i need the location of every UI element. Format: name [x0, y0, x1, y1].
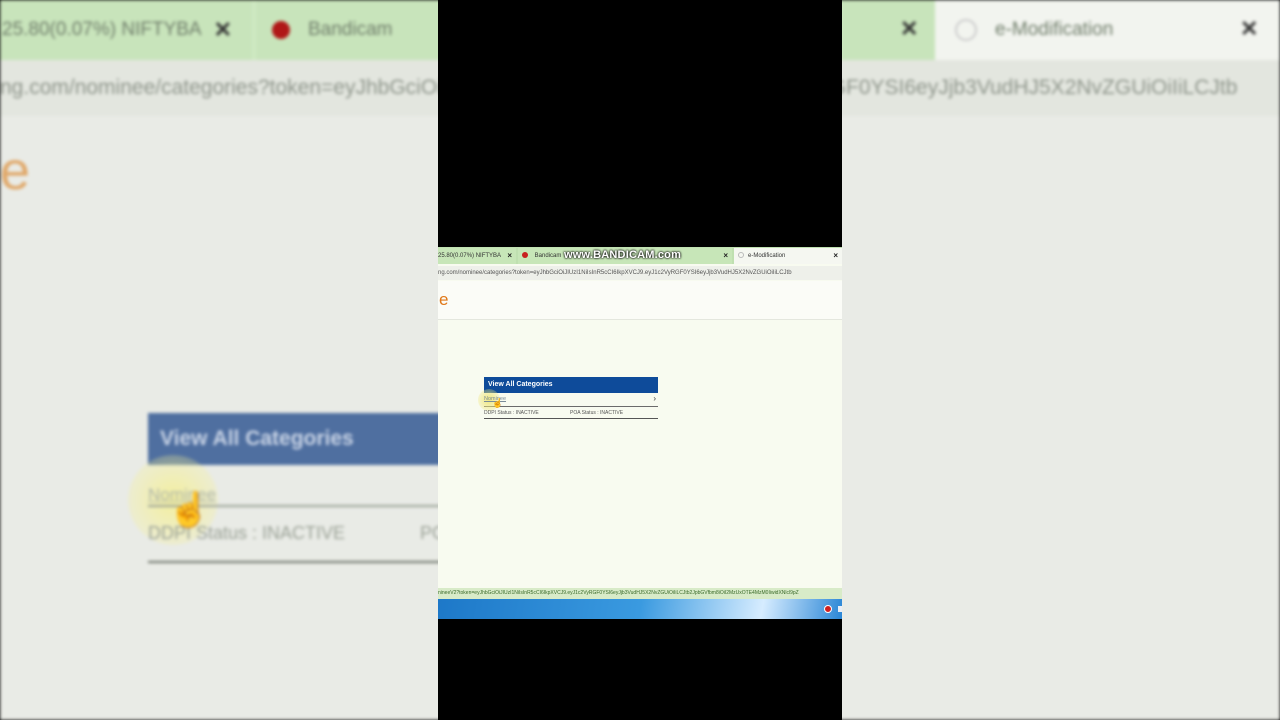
link-status-bar: nineeV2?token=eyJhbGciOiJIUzI1NiIsInR5cC…	[438, 588, 842, 599]
bg-logo-fragment: e	[0, 141, 31, 201]
tab-strip: 25.80(0.07%) NIFTYBA × Bandicam × e-Modi…	[438, 247, 842, 264]
chevron-right-icon[interactable]: ›	[653, 394, 656, 403]
bg-tab-emod: e-Modification	[935, 0, 1280, 60]
ddpi-status: DDPI Status : INACTIVE	[484, 410, 539, 416]
bg-tab-bandicam-label: Bandicam	[308, 19, 393, 40]
address-bar[interactable]: ng.com/nominee/categories?token=eyJhbGci…	[438, 266, 842, 280]
bg-tab-nifty-label: 25.80(0.07%) NIFTYBA	[2, 19, 202, 40]
tab-e-modification-label: e-Modification	[748, 253, 786, 259]
categories-card: View All Categories Nominee ☝ › DDPI Sta…	[478, 377, 658, 419]
tab-nifty-label: 25.80(0.07%) NIFTYBA	[438, 253, 502, 259]
poa-status: POA Status : INACTIVE	[570, 410, 624, 416]
bg-divider	[148, 561, 448, 563]
bg-close-icon: ✕	[213, 17, 233, 42]
record-icon	[522, 252, 528, 259]
page-header: e	[438, 281, 842, 320]
card-title: View All Categories	[484, 377, 658, 393]
loading-spinner-icon	[738, 252, 744, 258]
bg-right-panel	[842, 116, 1280, 720]
bg-card-title: View All Categories	[148, 413, 478, 465]
bg-record-icon	[272, 21, 290, 39]
close-icon[interactable]: ×	[723, 248, 728, 264]
bandicam-record-icon[interactable]	[824, 605, 832, 613]
bg-tab-fill: ✕	[842, 0, 935, 60]
bg-close-icon: ✕	[900, 16, 919, 41]
status-row: DDPI Status : INACTIVE POA Status : INAC…	[484, 408, 658, 419]
bg-close-icon: ✕	[1240, 16, 1259, 41]
tab-e-modification[interactable]: e-Modification ×	[734, 248, 842, 264]
bg-tab-emod-label: e-Modification	[995, 19, 1114, 40]
close-icon[interactable]: ×	[507, 248, 512, 264]
logo: e	[439, 290, 449, 309]
taskbar	[438, 599, 842, 619]
tab-nifty[interactable]: 25.80(0.07%) NIFTYBA ×	[438, 248, 516, 264]
bg-spinner-icon	[955, 19, 977, 41]
tab-bandicam-label: Bandicam	[534, 253, 562, 259]
close-icon[interactable]: ×	[833, 248, 838, 264]
bg-tab-nifty: 25.80(0.07%) NIFTYBA ✕	[0, 0, 252, 60]
bandicam-watermark: www.BANDICAM.com	[564, 249, 682, 261]
category-item-nominee[interactable]: Nominee ☝ ›	[478, 389, 658, 411]
browser-window: 25.80(0.07%) NIFTYBA × Bandicam × e-Modi…	[438, 247, 842, 619]
tray-icon[interactable]	[838, 606, 842, 612]
bg-hand-cursor-icon: ☝	[168, 491, 211, 529]
